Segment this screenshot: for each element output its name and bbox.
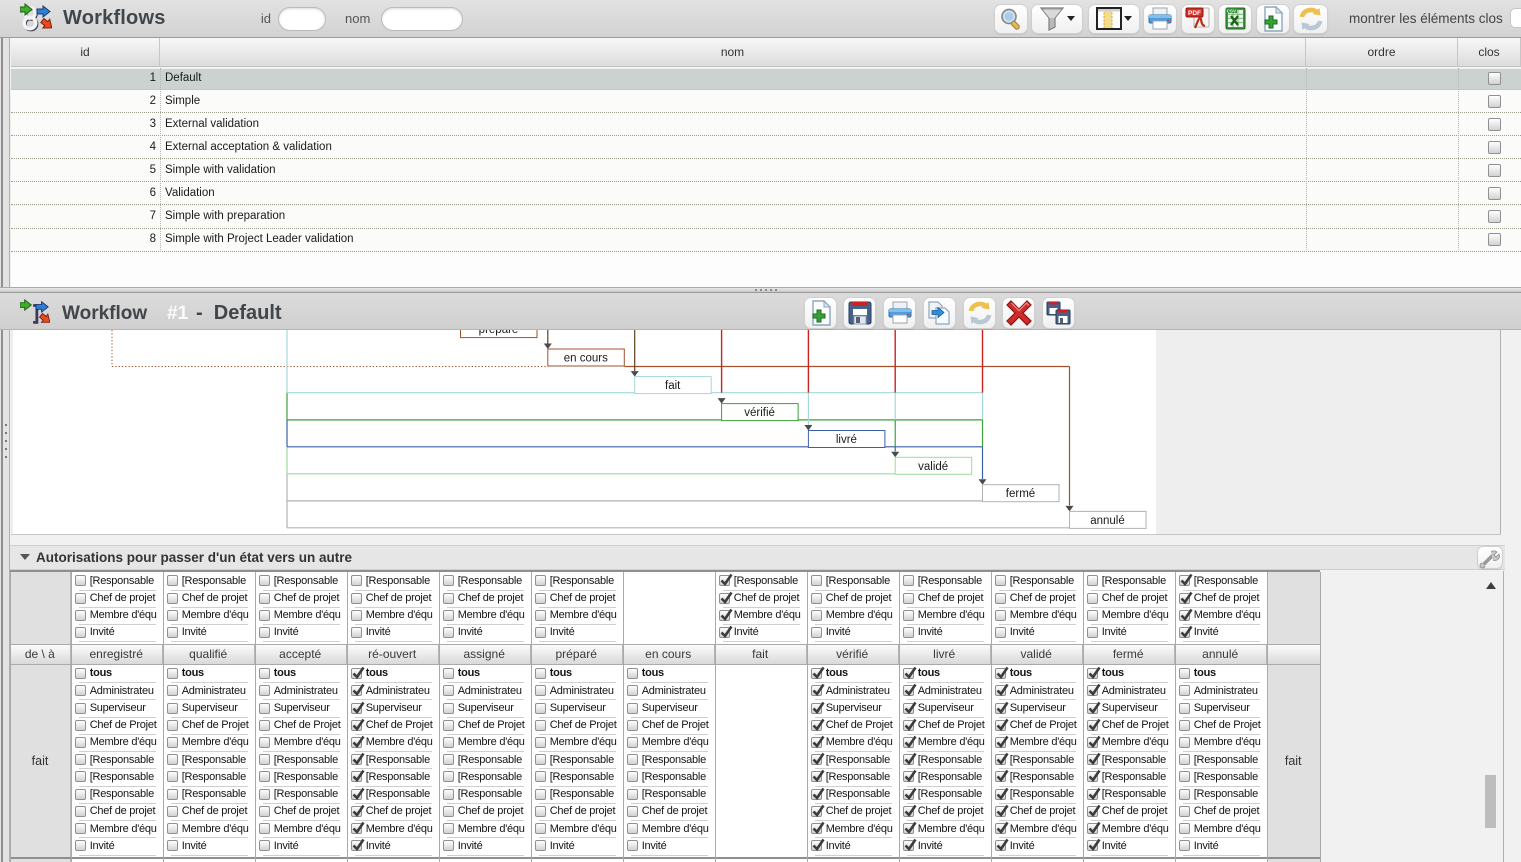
svg-text:fait: fait bbox=[665, 380, 681, 392]
svg-text:vérifié: vérifié bbox=[744, 407, 775, 419]
svg-text:annulé: annulé bbox=[1090, 515, 1125, 527]
svg-text:livré: livré bbox=[836, 434, 857, 446]
svg-text:PDF: PDF bbox=[1188, 10, 1201, 17]
svg-text:CSV: CSV bbox=[1227, 8, 1237, 13]
svg-text:en cours: en cours bbox=[564, 353, 608, 365]
svg-text:validé: validé bbox=[918, 461, 948, 473]
svg-text:fermé: fermé bbox=[1006, 488, 1035, 500]
svg-text:préparé: préparé bbox=[479, 330, 519, 336]
